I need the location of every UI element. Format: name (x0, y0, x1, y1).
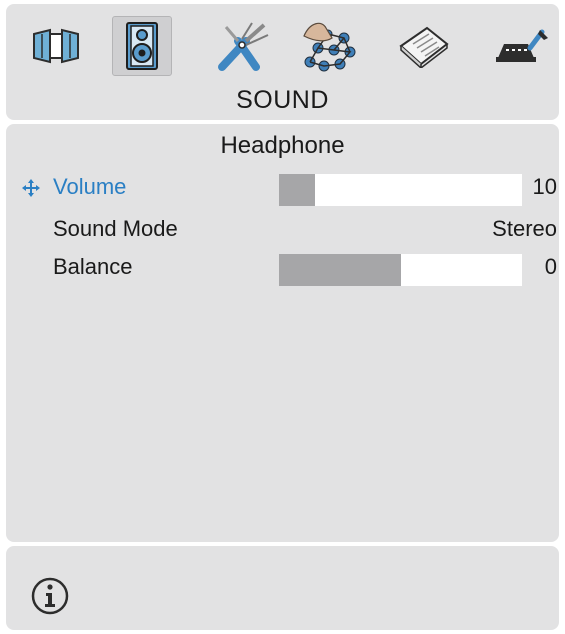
tab-guide[interactable] (394, 16, 454, 76)
volume-slider-fill (279, 174, 316, 206)
setting-label-sound-mode: Sound Mode (53, 216, 178, 241)
volume-slider[interactable] (279, 174, 522, 206)
speaker-icon (126, 22, 158, 70)
setting-value-balance: 0 (544, 254, 557, 279)
info-icon[interactable] (30, 576, 70, 616)
settings-panel: Headphone Volume 10 Sound Mode Stereo Ba… (6, 124, 559, 542)
tab-tools[interactable] (214, 16, 274, 76)
tools-icon (218, 22, 269, 71)
setting-row-balance[interactable]: Balance 0 (6, 250, 559, 286)
network-icon (303, 22, 356, 72)
tab-support[interactable] (492, 16, 552, 76)
tab-network[interactable] (300, 16, 360, 76)
setting-label-balance: Balance (53, 254, 133, 279)
setting-value-volume: 10 (532, 174, 557, 199)
move-cursor-icon (22, 179, 40, 197)
tab-sound[interactable] (112, 16, 172, 76)
menu-title: SOUND (236, 86, 329, 114)
setting-row-sound-mode[interactable]: Sound Mode Stereo (6, 212, 559, 246)
setting-row-volume[interactable]: Volume 10 (6, 170, 559, 206)
setting-value-sound-mode: Stereo (492, 216, 557, 241)
section-title: Headphone (220, 132, 345, 159)
support-icon (496, 29, 548, 62)
setting-label-volume: Volume (53, 174, 127, 199)
picture-icon (33, 28, 79, 64)
tab-icon-row (6, 14, 559, 80)
guide-icon (399, 26, 449, 68)
balance-slider[interactable] (279, 254, 522, 286)
tab-picture[interactable] (26, 16, 86, 76)
balance-slider-fill (279, 254, 401, 286)
footer-panel (6, 546, 559, 630)
menu-tab-bar: SOUND (6, 4, 559, 120)
